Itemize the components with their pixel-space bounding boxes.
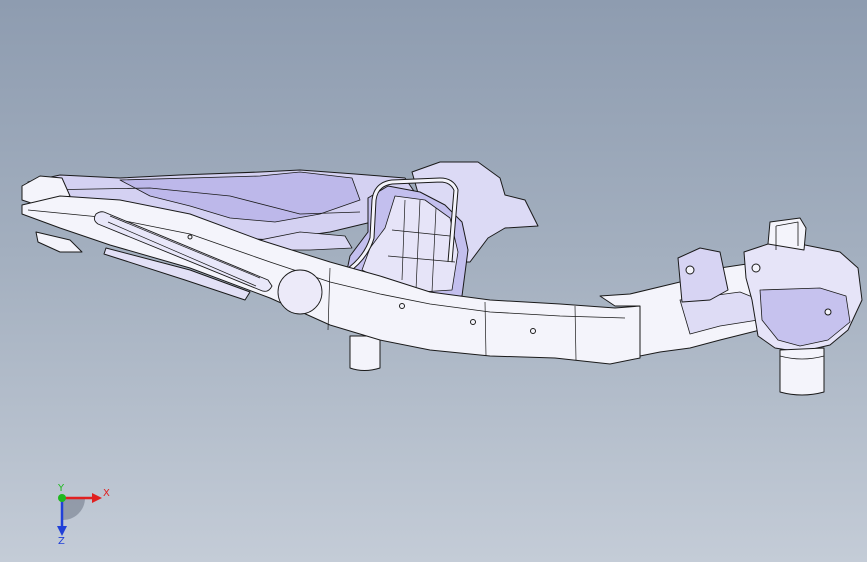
z-axis-arrow	[57, 526, 67, 536]
beam-left-tab	[35, 231, 83, 253]
x-axis-arrow	[92, 493, 102, 503]
x-axis-label: X	[103, 488, 110, 499]
right-mount-bushing	[779, 347, 825, 396]
right-mount-bracket	[677, 247, 729, 303]
z-axis-label: Z	[58, 536, 65, 547]
beam-large-hole	[277, 269, 323, 315]
lower-mount-boss	[349, 335, 381, 371]
y-axis-dot	[58, 494, 66, 502]
beam-bolt-hole	[187, 234, 193, 240]
right-bracket-hole	[685, 265, 695, 275]
graphics-viewport[interactable]: X Z Y	[0, 0, 867, 562]
beam-bolt-hole	[530, 328, 536, 334]
right-tower-hole	[751, 263, 761, 273]
triad-shadow	[62, 498, 86, 521]
subframe-3d-model[interactable]	[0, 0, 867, 562]
right-tower-small-hole	[824, 308, 832, 316]
y-axis-label: Y	[57, 483, 65, 494]
beam-bolt-hole	[470, 319, 476, 325]
orientation-triad: X Z Y	[57, 483, 110, 547]
right-top-clip	[767, 217, 807, 251]
beam-bolt-hole	[399, 303, 405, 309]
